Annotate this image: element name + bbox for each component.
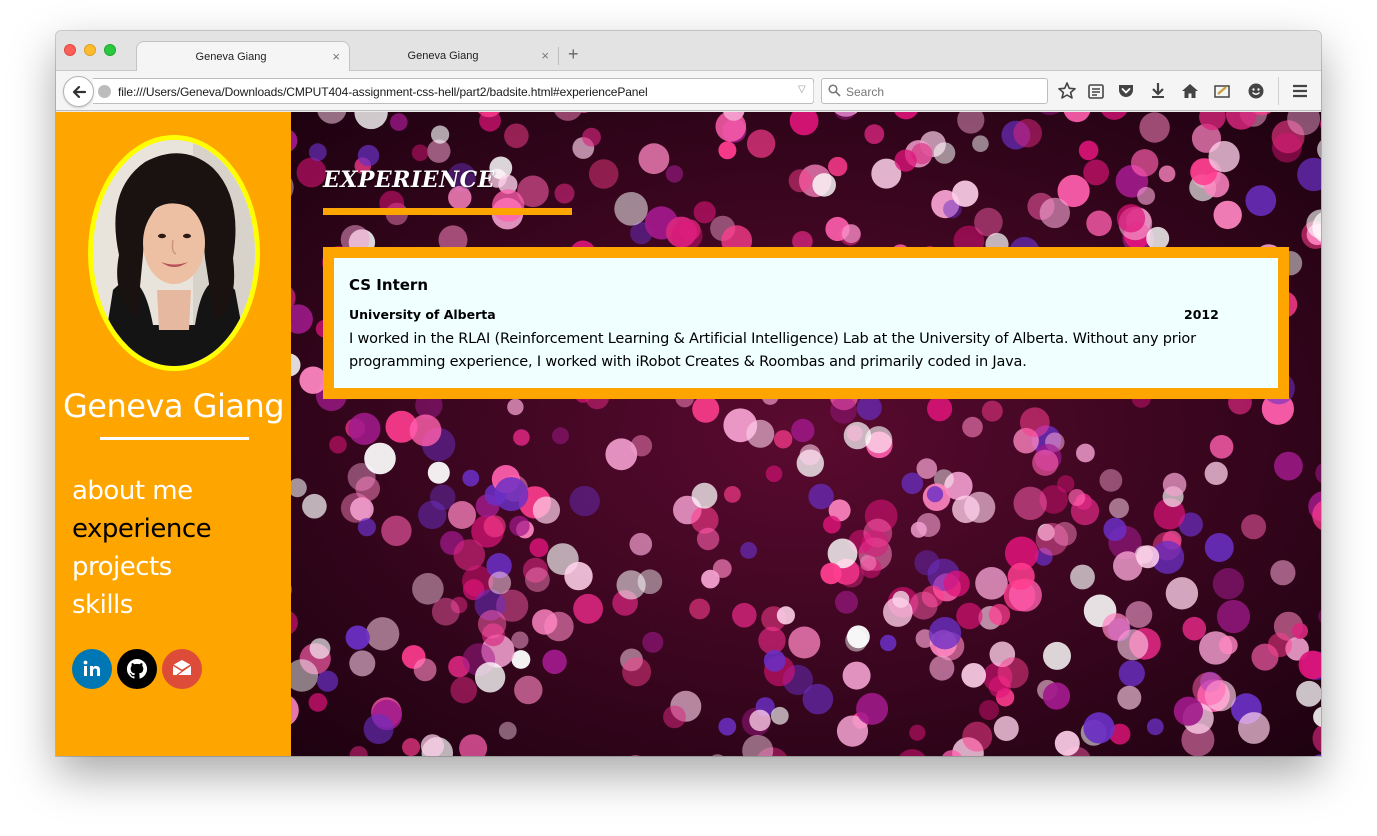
back-arrow-icon: [72, 85, 87, 99]
github-icon[interactable]: [117, 649, 157, 689]
title-underline: [323, 208, 572, 215]
experience-card: CS Intern University of Alberta 2012 I w…: [323, 247, 1289, 399]
tab-title: Geneva Giang: [195, 51, 267, 63]
globe-icon: [98, 85, 111, 98]
sidebar: Geneva Giang about me experience project…: [56, 112, 291, 756]
search-input[interactable]: [846, 83, 1041, 100]
tab-divider: [558, 47, 559, 65]
nav-projects[interactable]: projects: [72, 548, 211, 586]
nav-skills[interactable]: skills: [72, 586, 211, 624]
url-text[interactable]: file:///Users/Geneva/Downloads/CMPUT404-…: [118, 85, 648, 99]
nav-about-me[interactable]: about me: [72, 472, 211, 510]
tab-inactive[interactable]: Geneva Giang ×: [352, 41, 558, 71]
experience-year: 2012: [1184, 307, 1219, 322]
pocket-icon[interactable]: [1116, 81, 1136, 101]
browser-window: Geneva Giang × Geneva Giang × + file:///…: [56, 31, 1321, 756]
experience-panel: EXPERIENCE CS Intern University of Alber…: [291, 112, 1321, 756]
tab-active[interactable]: Geneva Giang ×: [136, 41, 350, 71]
nav-experience[interactable]: experience: [72, 510, 212, 548]
screenshot-icon[interactable]: [1212, 81, 1232, 101]
experience-organization: University of Alberta: [349, 307, 496, 322]
profile-name: Geneva Giang: [62, 387, 285, 425]
url-divider: [813, 83, 814, 101]
page-content: Geneva Giang about me experience project…: [56, 112, 1321, 756]
profile-photo: [93, 140, 255, 366]
window-minimize-button[interactable]: [84, 44, 96, 56]
name-underline: [100, 437, 249, 440]
download-icon[interactable]: [1148, 81, 1168, 101]
sidebar-nav: about me experience projects skills: [72, 472, 212, 624]
linkedin-icon[interactable]: [72, 649, 112, 689]
tab-close-icon[interactable]: ×: [332, 49, 340, 64]
navigation-toolbar: file:///Users/Geneva/Downloads/CMPUT404-…: [56, 71, 1321, 111]
window-maximize-button[interactable]: [104, 44, 116, 56]
tab-strip: Geneva Giang × Geneva Giang × +: [56, 31, 1321, 71]
experience-description: I worked in the RLAI (Reinforcement Lear…: [349, 331, 1196, 370]
tab-close-icon[interactable]: ×: [541, 48, 549, 63]
home-icon[interactable]: [1180, 81, 1200, 101]
mail-icon[interactable]: [162, 649, 202, 689]
hamburger-menu-icon[interactable]: [1290, 81, 1310, 101]
emoji-icon[interactable]: [1246, 81, 1266, 101]
new-tab-button[interactable]: +: [568, 45, 579, 63]
window-close-button[interactable]: [64, 44, 76, 56]
section-title: EXPERIENCE: [323, 167, 495, 193]
url-bar[interactable]: file:///Users/Geneva/Downloads/CMPUT404-…: [93, 78, 837, 104]
url-dropdown-icon[interactable]: ▽: [798, 84, 806, 95]
bookmark-star-icon[interactable]: [1057, 81, 1077, 101]
back-button[interactable]: [63, 76, 94, 107]
avatar: [88, 135, 260, 371]
tab-title: Geneva Giang: [407, 50, 479, 62]
search-bar[interactable]: [821, 78, 1048, 104]
toolbar-divider: [1278, 77, 1279, 105]
experience-role: CS Intern: [349, 276, 428, 294]
reading-list-icon[interactable]: [1086, 81, 1106, 101]
search-icon: [828, 84, 841, 97]
